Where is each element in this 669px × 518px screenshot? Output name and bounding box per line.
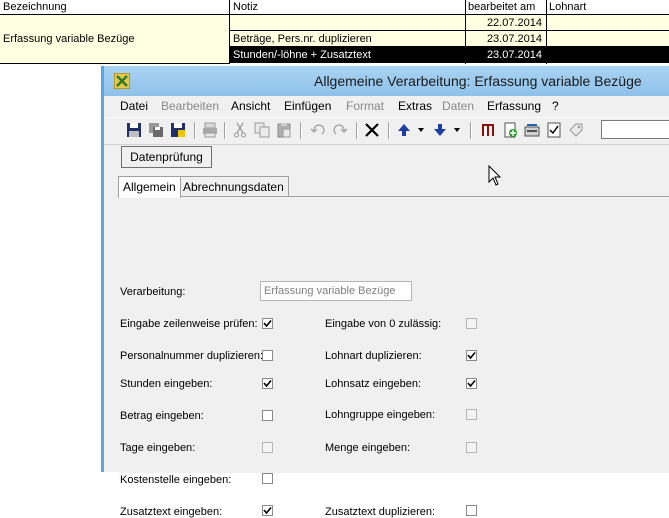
kostenstelle-eingeben-label: Kostenstelle eingeben: (120, 474, 232, 486)
tage-eingeben-label: Tage eingeben: (120, 442, 196, 454)
lohnart-duplizieren-checkbox[interactable] (466, 350, 477, 361)
bearbeitet-cell-selected[interactable]: 23.07.2014 (465, 47, 546, 63)
redo-icon[interactable] (332, 122, 348, 138)
checkmark-icon (263, 506, 272, 515)
book-icon[interactable] (480, 122, 496, 138)
checkmark-icon (467, 351, 476, 360)
column-divider (465, 0, 466, 64)
import-icon[interactable] (524, 122, 540, 138)
menu-daten[interactable]: Daten (442, 99, 474, 113)
save-close-icon[interactable] (170, 122, 186, 138)
lohngruppe-eingeben-label: Lohngruppe eingeben: (325, 409, 436, 421)
copy-icon[interactable] (254, 122, 270, 138)
chevron-down-icon[interactable] (452, 122, 462, 138)
personalnummer-duplizieren-label: Personalnummer duplizieren: (120, 350, 264, 362)
column-header-bearbeitet[interactable]: bearbeitet am (465, 0, 546, 15)
mouse-cursor-icon (488, 165, 502, 186)
move-up-icon[interactable] (396, 122, 412, 138)
zusatztext-eingeben-checkbox[interactable] (262, 505, 273, 516)
menge-eingeben-label: Menge eingeben: (325, 442, 411, 454)
lohnart-cell[interactable] (546, 15, 669, 31)
toolbar-separator (194, 122, 196, 139)
save-all-icon[interactable] (148, 122, 164, 138)
menu-extras[interactable]: Extras (398, 99, 432, 113)
move-down-icon[interactable] (432, 122, 448, 138)
zusatztext-duplizieren-label: Zusatztext duplizieren: (325, 506, 436, 518)
background-grid: Bezeichnung Notiz bearbeitet am Lohnart … (0, 0, 669, 64)
tab-panel-allgemein: Verarbeitung: Erfassung variable Bezüge … (118, 196, 669, 518)
verarbeitung-label: Verarbeitung: (120, 286, 186, 298)
checklist-icon[interactable] (546, 122, 562, 138)
paste-icon[interactable] (276, 122, 292, 138)
checkmark-icon (263, 319, 272, 328)
eingabe-null-label: Eingabe von 0 zulässig: (325, 318, 442, 330)
column-divider (229, 0, 230, 64)
zeilenweise-pruefen-label: Eingabe zeilenweise prüfen: (120, 318, 258, 330)
notiz-cell[interactable] (230, 15, 465, 31)
kostenstelle-eingeben-checkbox[interactable] (262, 473, 273, 484)
tab-allgemein[interactable]: Allgemein (118, 176, 181, 198)
zusatztext-eingeben-label: Zusatztext eingeben: (120, 506, 223, 518)
chevron-down-icon[interactable] (416, 122, 426, 138)
notiz-cell[interactable]: Beträge, Pers.nr. duplizieren (230, 31, 465, 47)
notiz-cell-selected[interactable]: Stunden/-löhne + Zusatztext (230, 47, 465, 63)
lohnart-cell-selected[interactable] (546, 47, 669, 63)
checkmark-icon (467, 379, 476, 388)
menu-help[interactable]: ? (552, 99, 559, 113)
datenpruefung-button[interactable]: Datenprüfung (121, 146, 212, 168)
toolbar-search-field[interactable] (601, 120, 669, 139)
toolbar-separator (470, 122, 472, 139)
menu-datei[interactable]: Datei (120, 99, 148, 113)
menu-erfassung[interactable]: Erfassung (487, 99, 541, 113)
processing-window: Allgemeine Verarbeitung: Erfassung varia… (104, 66, 669, 518)
save-icon[interactable] (126, 122, 142, 138)
toolbar (104, 117, 669, 145)
stunden-eingeben-checkbox[interactable] (262, 378, 273, 389)
cut-icon[interactable] (232, 122, 248, 138)
column-header-lohnart[interactable]: Lohnart (546, 0, 669, 15)
zeilenweise-pruefen-checkbox[interactable] (262, 318, 273, 329)
undo-icon[interactable] (310, 122, 326, 138)
checkmark-icon (263, 379, 272, 388)
verarbeitung-field[interactable]: Erfassung variable Bezüge (260, 281, 412, 301)
delete-icon[interactable] (364, 122, 380, 138)
lohnart-cell[interactable] (546, 31, 669, 47)
eingabe-null-checkbox[interactable] (466, 318, 477, 329)
lohngruppe-eingeben-checkbox[interactable] (466, 409, 477, 420)
column-divider (546, 0, 547, 64)
menge-eingeben-checkbox[interactable] (466, 442, 477, 453)
lohnart-duplizieren-label: Lohnart duplizieren: (325, 350, 422, 362)
toolbar-separator (388, 122, 390, 139)
lohnsatz-eingeben-label: Lohnsatz eingeben: (325, 378, 422, 390)
toolbar-separator (356, 122, 358, 139)
bearbeitet-cell[interactable]: 23.07.2014 (465, 31, 546, 47)
column-header-notiz[interactable]: Notiz (230, 0, 465, 15)
column-header-bezeichnung[interactable]: Bezeichnung (0, 0, 230, 15)
bezeichnung-cell[interactable]: Erfassung variable Bezüge (0, 15, 229, 64)
tage-eingeben-checkbox[interactable] (262, 442, 273, 453)
title-bar[interactable]: Allgemeine Verarbeitung: Erfassung varia… (104, 66, 669, 96)
window-title: Allgemeine Verarbeitung: Erfassung varia… (314, 73, 642, 89)
tag-icon[interactable] (568, 122, 584, 138)
menu-format[interactable]: Format (346, 99, 384, 113)
personalnummer-duplizieren-checkbox[interactable] (262, 350, 273, 361)
lohnsatz-eingeben-checkbox[interactable] (466, 378, 477, 389)
bearbeitet-cell[interactable]: 22.07.2014 (465, 15, 546, 31)
menu-bar: Datei Bearbeiten Ansicht Einfügen Format… (104, 96, 669, 116)
app-icon (114, 73, 130, 89)
new-doc-icon[interactable] (502, 122, 518, 138)
print-icon[interactable] (202, 122, 218, 138)
menu-bearbeiten[interactable]: Bearbeiten (161, 99, 219, 113)
betrag-eingeben-checkbox[interactable] (262, 410, 273, 421)
stunden-eingeben-label: Stunden eingeben: (120, 378, 213, 390)
betrag-eingeben-label: Betrag eingeben: (120, 410, 204, 422)
zusatztext-duplizieren-checkbox[interactable] (466, 505, 477, 516)
toolbar-separator (224, 122, 226, 139)
toolbar-separator (300, 122, 302, 139)
menu-ansicht[interactable]: Ansicht (231, 99, 270, 113)
menu-einfuegen[interactable]: Einfügen (284, 99, 331, 113)
tab-abrechnungsdaten[interactable]: Abrechnungsdaten (178, 176, 289, 197)
